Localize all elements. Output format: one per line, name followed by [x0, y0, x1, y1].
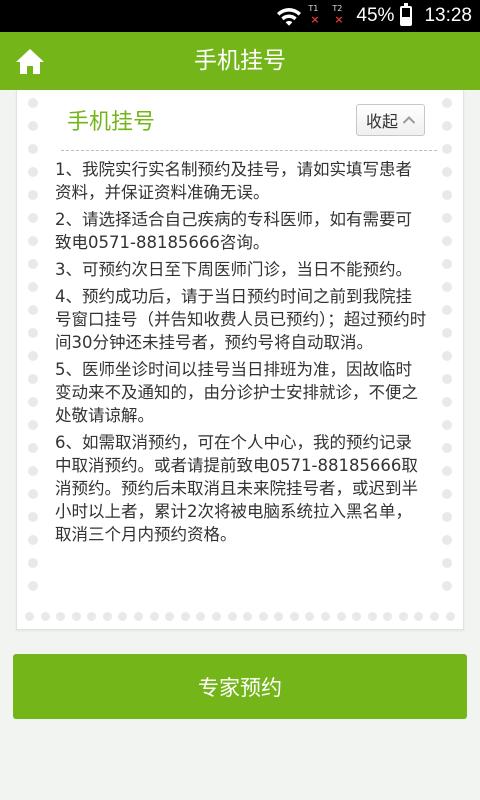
sim1-label: T1: [308, 4, 319, 13]
no-signal-mark: ×: [310, 13, 320, 26]
expert-appointment-button[interactable]: 专家预约: [13, 654, 467, 719]
perforation-bottom: [25, 612, 455, 621]
notice-item: 3、可预约次日至下周医师门诊，当日不能预约。: [55, 260, 412, 279]
divider: [61, 150, 437, 151]
status-icons: T1 × T2 × 45% 13:28: [276, 0, 472, 32]
wifi-icon: [277, 8, 302, 26]
sim-no-signal-icon: T1 ×: [308, 2, 326, 30]
notice-item: 4、预约成功后，请于当日预约时间之前到我院挂号窗口挂号（并告知收费人员已预约）；…: [55, 287, 427, 352]
collapse-button[interactable]: 收起: [355, 104, 425, 136]
no-signal-mark: ×: [334, 13, 344, 26]
collapse-label: 收起: [365, 112, 398, 131]
sim-no-signal-icon: T2 ×: [332, 2, 350, 30]
page-title: 手机挂号: [194, 48, 286, 74]
registration-notice-card: 手机挂号 收起 1、我院实行实名制预约及挂号，请如实填写患者资料，并保证资料准确…: [16, 90, 464, 630]
chevron-up-icon: [402, 116, 416, 124]
battery-icon: [400, 3, 413, 26]
notice-item: 5、医师坐诊时间以挂号当日排班为准，因故临时变动来不及通知的，由分诊护士安排就诊…: [55, 360, 418, 425]
notice-item: 2、请选择适合自己疾病的专科医师，如有需要可致电0571-88185666咨询。: [55, 210, 412, 252]
notice-item: 1、我院实行实名制预约及挂号，请如实填写患者资料，并保证资料准确无误。: [55, 160, 412, 202]
app-header: 手机挂号: [0, 32, 480, 90]
battery-percent: 45%: [356, 5, 395, 26]
battery-level-fill: [402, 16, 411, 24]
status-bar: T1 × T2 × 45% 13:28: [0, 0, 480, 32]
notice-list: 1、我院实行实名制预约及挂号，请如实填写患者资料，并保证资料准确无误。 2、请选…: [55, 158, 427, 550]
home-icon: [16, 49, 44, 74]
section-title: 手机挂号: [67, 110, 156, 135]
clock: 13:28: [424, 5, 472, 26]
home-button[interactable]: [14, 46, 46, 76]
notice-item: 6、如需取消预约，可在个人中心，我的预约记录中取消预约。或者请提前致电0571-…: [55, 433, 418, 544]
perforation-right: [441, 98, 453, 629]
sim2-label: T2: [332, 4, 343, 13]
perforation-left: [27, 98, 39, 629]
